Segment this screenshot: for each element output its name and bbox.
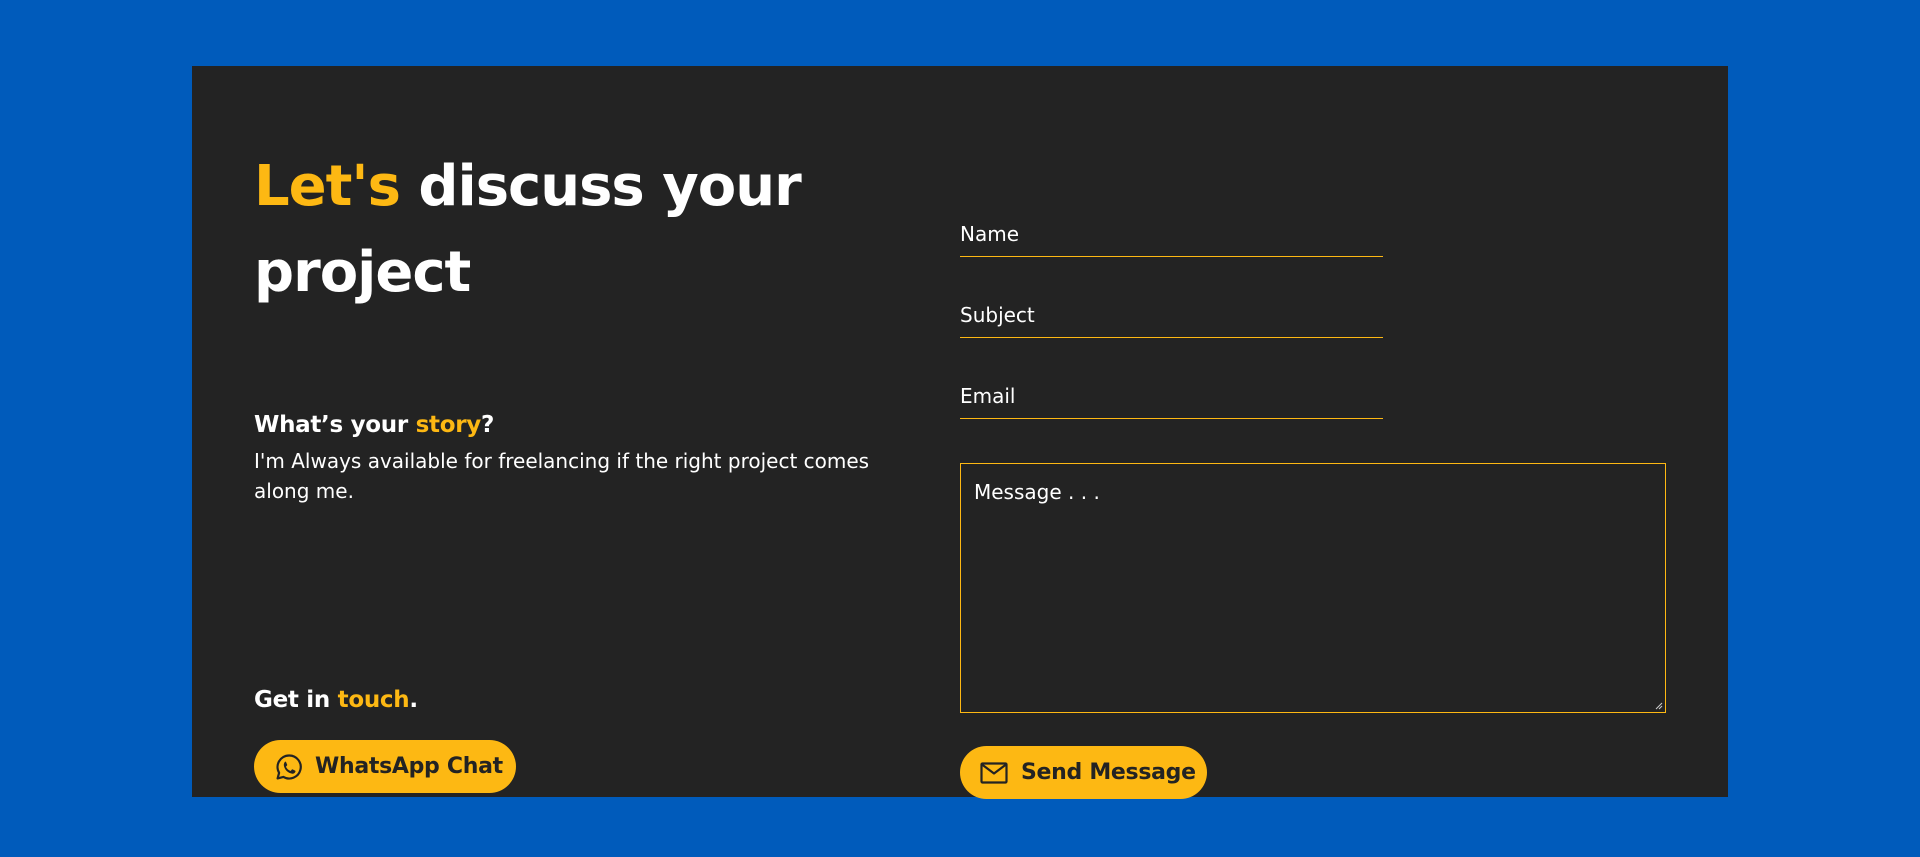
touch-heading-suffix: . (409, 687, 418, 713)
subject-input[interactable] (960, 297, 1383, 333)
contact-intro: Let's discuss your project What’s your s… (254, 144, 874, 793)
touch-heading-accent: touch (337, 687, 410, 713)
whatsapp-chat-label: WhatsApp Chat (315, 754, 503, 779)
headline-accent: Let's (254, 154, 401, 219)
subject-field (960, 297, 1383, 338)
contact-form: Send Message (960, 144, 1666, 799)
story-heading-accent: story (415, 412, 482, 438)
story-text: I'm Always available for freelancing if … (254, 449, 870, 503)
name-field (960, 216, 1383, 257)
message-box (960, 463, 1666, 713)
email-field (960, 378, 1383, 419)
touch-heading-prefix: Get in (254, 687, 338, 713)
story-heading-prefix: What’s your (254, 412, 416, 438)
story-heading-suffix: ? (480, 412, 494, 438)
whatsapp-icon (274, 752, 304, 782)
envelope-icon (979, 758, 1009, 788)
email-input[interactable] (960, 378, 1383, 414)
name-input[interactable] (960, 216, 1383, 252)
send-message-label: Send Message (1021, 760, 1196, 785)
message-textarea[interactable] (961, 464, 1665, 712)
story-heading: What’s your story? (254, 412, 494, 438)
page-title: Let's discuss your project (254, 144, 874, 316)
send-message-button[interactable]: Send Message (960, 746, 1207, 799)
get-in-touch-heading: Get in touch. (254, 687, 418, 713)
contact-card: Let's discuss your project What’s your s… (192, 66, 1728, 799)
resize-handle-icon[interactable] (1655, 702, 1663, 710)
whatsapp-chat-button[interactable]: WhatsApp Chat (254, 740, 516, 793)
